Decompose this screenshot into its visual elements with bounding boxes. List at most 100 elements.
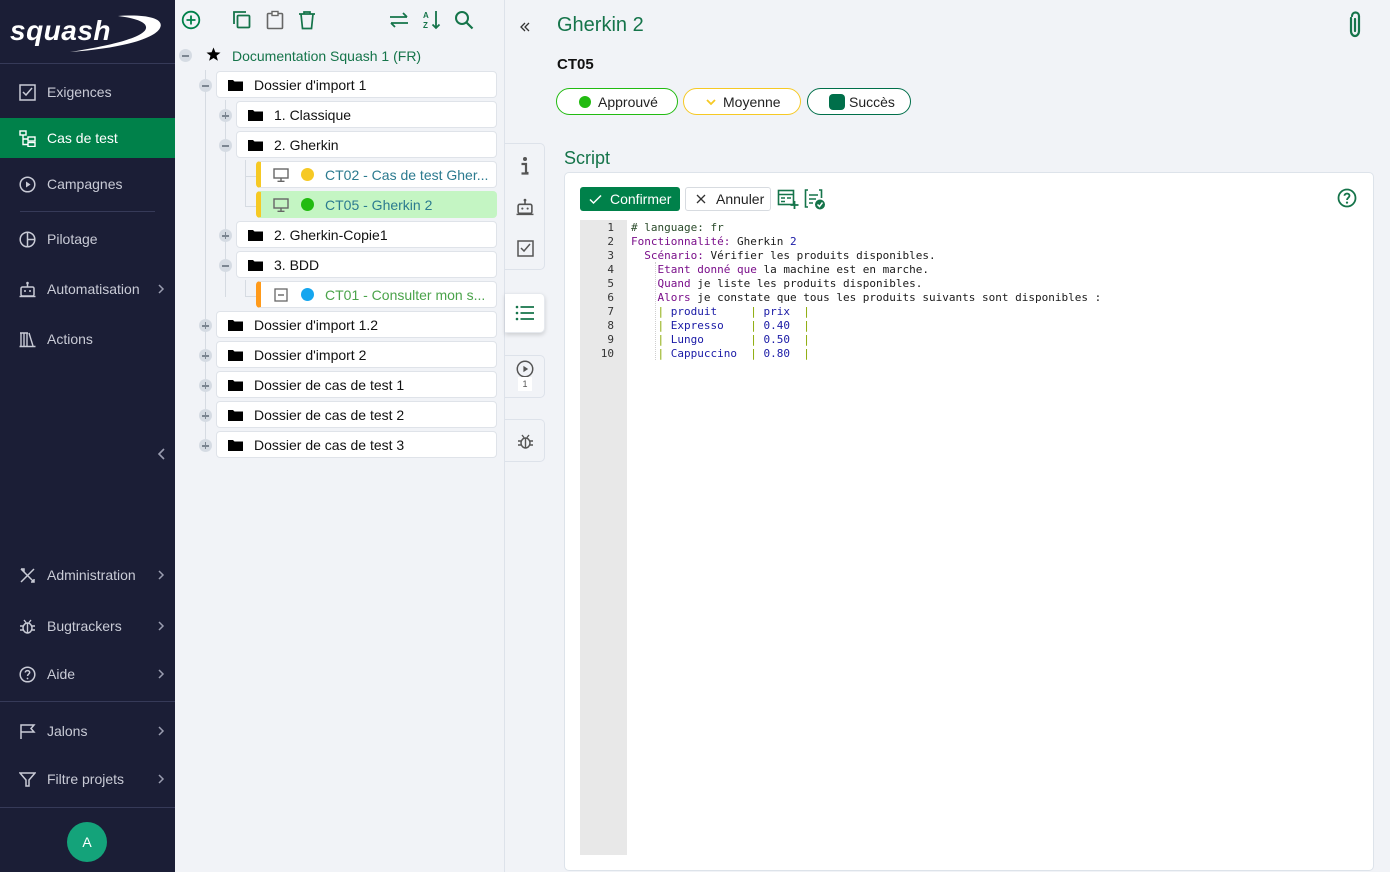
tab-script[interactable] (505, 293, 545, 333)
play-circle-icon (516, 360, 534, 378)
confirm-button[interactable]: Confirmer (580, 187, 680, 211)
collapse-toggle[interactable] (219, 139, 232, 152)
folder-icon (228, 349, 243, 361)
flag-icon (18, 722, 36, 740)
status-label: Approuvé (598, 93, 658, 110)
search-button[interactable] (453, 9, 475, 31)
expand-toggle[interactable] (199, 409, 212, 422)
nav-milestones[interactable]: Jalons (0, 711, 175, 751)
svg-text:squash: squash (10, 15, 111, 46)
tree-node-test-case[interactable]: CT02 - Cas de test Gher... (256, 161, 497, 188)
collapse-sidebar-button[interactable] (152, 444, 172, 464)
node-label: Dossier de cas de test 2 (254, 406, 405, 423)
executions-count-badge: 1 (518, 377, 532, 391)
nav-bugtrackers[interactable]: Bugtrackers (0, 606, 175, 646)
bug-icon (517, 434, 533, 449)
nav-project-filter[interactable]: Filtre projets (0, 759, 175, 799)
collapse-tree-button[interactable] (518, 18, 534, 36)
nav-administration[interactable]: Administration (0, 555, 175, 595)
insert-table-button[interactable] (777, 188, 799, 210)
tree-node-folder[interactable]: 2. Gherkin-Copie1 (236, 221, 497, 248)
nav-help[interactable]: Aide (0, 654, 175, 694)
node-label: Dossier d'import 1.2 (254, 316, 379, 333)
bug-icon (18, 617, 36, 635)
detail-vertical-tabs: 1 (505, 0, 545, 872)
keyword-test-icon (274, 287, 288, 302)
execution-status-pill[interactable]: Succès (807, 88, 911, 115)
chevron-left-icon (157, 448, 165, 460)
copy-button[interactable] (231, 9, 253, 31)
nav-campaigns[interactable]: Campagnes (0, 164, 175, 204)
tree-node-folder[interactable]: Dossier d'import 2 (216, 341, 497, 368)
tree-root-project[interactable]: Documentation Squash 1 (FR) (232, 48, 421, 64)
code-text: Quand je liste les produits disponibles. (657, 277, 923, 290)
nav-label: Automatisation (47, 281, 140, 297)
line-number: 8 (607, 319, 614, 332)
tree-node-folder[interactable]: Dossier d'import 1.2 (216, 311, 497, 338)
delete-button[interactable] (296, 9, 318, 31)
squash-logo-icon: squash (10, 15, 161, 52)
search-icon (455, 11, 474, 30)
node-label: Dossier de cas de test 3 (254, 436, 405, 453)
check-syntax-button[interactable] (804, 188, 826, 210)
nav-actions[interactable]: Actions (0, 319, 175, 359)
tab-information[interactable] (505, 148, 545, 184)
tab-issues-button[interactable] (505, 423, 545, 459)
expand-toggle[interactable] (219, 109, 232, 122)
nav-test-cases[interactable]: Cas de test (0, 118, 175, 158)
tree-node-folder[interactable]: Dossier de cas de test 1 (216, 371, 497, 398)
tree-node-folder[interactable]: Dossier d'import 1 (216, 71, 497, 98)
node-label: Dossier d'import 1 (254, 76, 367, 93)
tree-node-test-case[interactable]: CT01 - Consulter mon s... (256, 281, 497, 308)
line-number: 1 (607, 221, 614, 234)
paste-icon (266, 10, 284, 30)
tree-connector (245, 280, 246, 296)
logo[interactable]: squash (0, 0, 175, 64)
tools-icon (18, 566, 36, 584)
tree-node-test-case-selected[interactable]: CT05 - Gherkin 2 (256, 191, 497, 218)
user-avatar[interactable]: A (67, 822, 107, 862)
collapse-toggle[interactable] (179, 49, 192, 62)
script-editor[interactable]: 1 # language: fr 2 Fonctionnalité: Gherkin … (580, 221, 1360, 855)
add-button[interactable] (180, 9, 202, 31)
expand-toggle[interactable] (199, 439, 212, 452)
tab-verified-requirements[interactable] (505, 230, 545, 266)
sort-button[interactable]: AZ (421, 9, 443, 31)
filter-icon (18, 770, 36, 788)
tab-automation[interactable] (505, 189, 545, 225)
importance-pill[interactable]: Moyenne (683, 88, 801, 115)
tab-issues[interactable] (505, 419, 545, 462)
nav-requirements[interactable]: Exigences (0, 72, 175, 112)
nav-pilotage[interactable]: Pilotage (0, 219, 175, 259)
nav-automation[interactable]: Automatisation (0, 269, 175, 309)
help-button[interactable] (1337, 188, 1357, 208)
folder-icon (248, 109, 263, 121)
tree-node-folder[interactable]: 1. Classique (236, 101, 497, 128)
tree-node-folder[interactable]: 2. Gherkin (236, 131, 497, 158)
status-dot (301, 198, 314, 211)
paste-button[interactable] (264, 9, 286, 31)
code-text: | Expresso | 0.40 | (657, 319, 810, 332)
tree-node-folder[interactable]: 3. BDD (236, 251, 497, 278)
expand-toggle[interactable] (199, 349, 212, 362)
status-pill[interactable]: Approuvé (556, 88, 678, 115)
transfer-button[interactable] (388, 9, 410, 31)
nav-divider (0, 701, 175, 702)
delete-icon (299, 11, 315, 30)
expand-toggle[interactable] (219, 229, 232, 242)
node-label: 3. BDD (274, 256, 320, 273)
code-text: Alors je constate que tous les produits … (657, 291, 1102, 304)
tree-node-folder[interactable]: Dossier de cas de test 2 (216, 401, 497, 428)
tree-node-folder[interactable]: Dossier de cas de test 3 (216, 431, 497, 458)
code-text: # language: fr (631, 221, 724, 234)
collapse-toggle[interactable] (219, 259, 232, 272)
expand-toggle[interactable] (199, 319, 212, 332)
expand-toggle[interactable] (199, 379, 212, 392)
attachments-button[interactable] (1345, 10, 1365, 40)
cancel-button[interactable]: Annuler (685, 187, 771, 211)
monitor-icon (273, 197, 289, 212)
nav-label: Cas de test (47, 130, 118, 146)
execution-status-label: Succès (849, 93, 895, 110)
folder-icon (228, 379, 243, 391)
collapse-toggle[interactable] (199, 79, 212, 92)
